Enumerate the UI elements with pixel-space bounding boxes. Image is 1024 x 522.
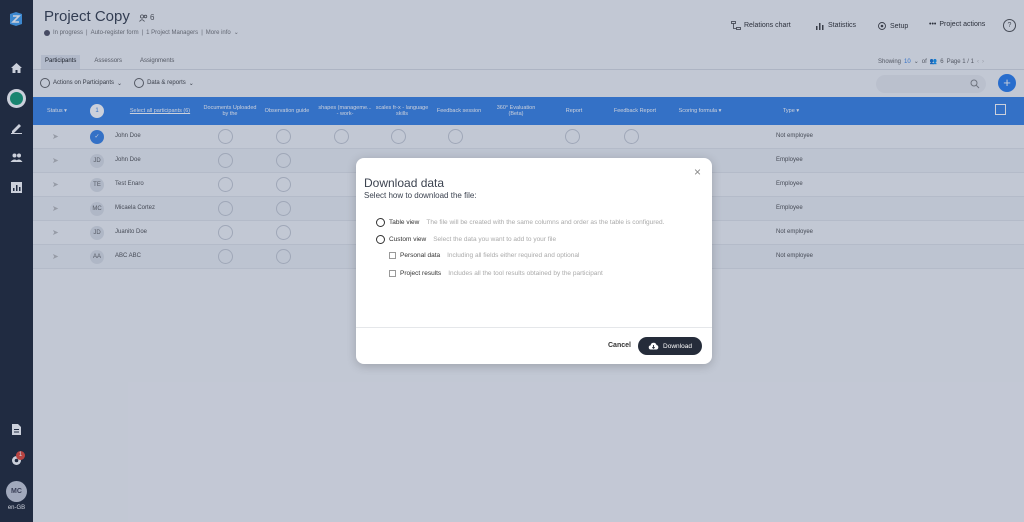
table-view-hint: The file will be created with the same c… — [426, 219, 665, 226]
personal-data-hint: Including all fields either required and… — [447, 252, 580, 259]
table-view-option[interactable]: Table view The file will be created with… — [376, 218, 664, 227]
custom-view-hint: Select the data you want to add to your … — [433, 236, 557, 243]
cloud-download-icon — [648, 342, 659, 350]
custom-view-label: Custom view — [389, 236, 427, 243]
project-results-hint: Includes all the tool results obtained b… — [448, 270, 603, 277]
project-results-checkbox[interactable] — [389, 270, 396, 277]
personal-data-label: Personal data — [400, 252, 441, 259]
dialog-divider — [356, 327, 712, 328]
custom-view-option[interactable]: Custom view Select the data you want to … — [376, 235, 556, 244]
table-view-radio[interactable] — [376, 218, 385, 227]
dialog-subtitle: Select how to download the file: — [364, 191, 477, 200]
project-results-option[interactable]: Project results Includes all the tool re… — [389, 270, 603, 277]
download-button[interactable]: Download — [638, 337, 702, 355]
download-label: Download — [663, 342, 692, 350]
custom-view-radio[interactable] — [376, 235, 385, 244]
download-data-dialog: × Download data Select how to download t… — [356, 158, 712, 364]
personal-data-option[interactable]: Personal data Including all fields eithe… — [389, 252, 579, 259]
dialog-title: Download data — [364, 176, 445, 190]
project-results-label: Project results — [400, 270, 442, 277]
personal-data-checkbox[interactable] — [389, 252, 396, 259]
table-view-label: Table view — [389, 219, 420, 226]
cancel-button[interactable]: Cancel — [608, 342, 631, 349]
close-icon[interactable]: × — [694, 165, 701, 179]
